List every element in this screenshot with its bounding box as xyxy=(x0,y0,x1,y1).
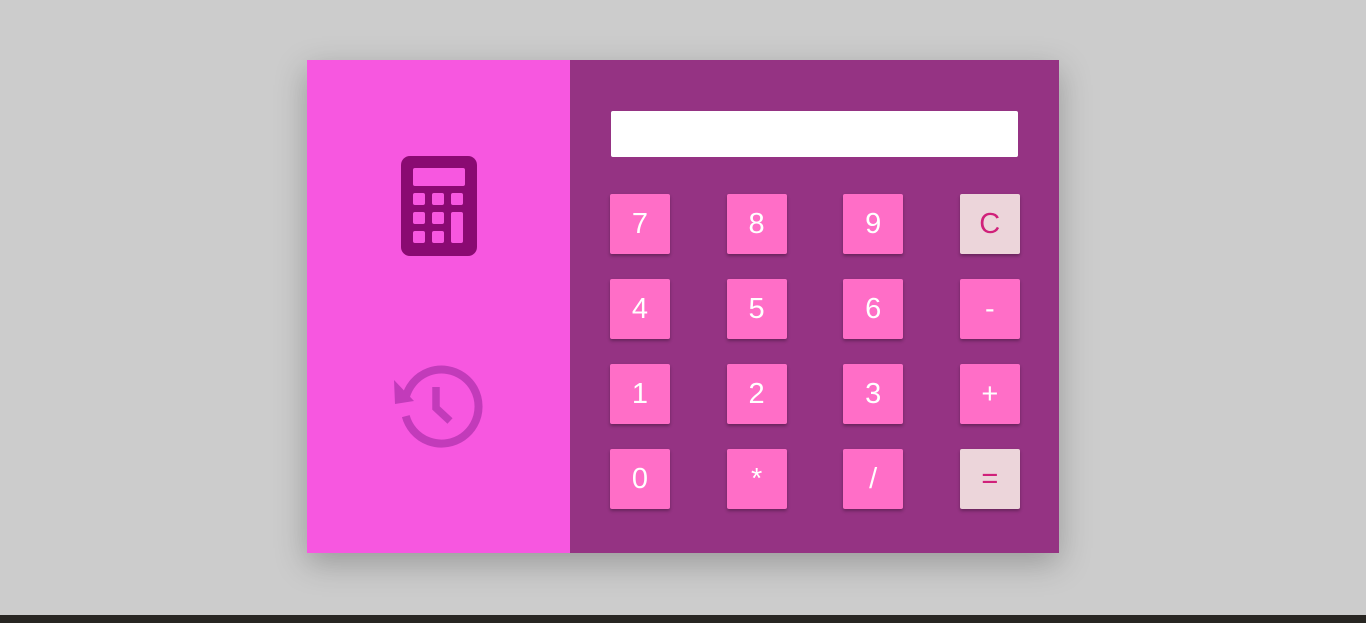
display-field[interactable] xyxy=(611,111,1018,157)
history-icon[interactable] xyxy=(393,361,484,451)
key-2[interactable]: 2 xyxy=(726,364,787,424)
clear-button[interactable]: C xyxy=(959,194,1020,254)
taskbar xyxy=(0,615,1366,623)
divide-button[interactable]: / xyxy=(843,449,904,509)
calculator-panel: 7 8 9 C 4 5 6 - 1 2 3 + 0 * / = xyxy=(570,60,1059,553)
subtract-button[interactable]: - xyxy=(959,279,1020,339)
key-0[interactable]: 0 xyxy=(610,449,670,509)
key-8[interactable]: 8 xyxy=(726,194,787,254)
key-6[interactable]: 6 xyxy=(843,279,904,339)
key-9[interactable]: 9 xyxy=(843,194,904,254)
add-button[interactable]: + xyxy=(959,364,1020,424)
multiply-button[interactable]: * xyxy=(726,449,787,509)
calculator-card: 7 8 9 C 4 5 6 - 1 2 3 + 0 * / = xyxy=(307,60,1059,553)
equals-button[interactable]: = xyxy=(959,449,1020,509)
key-7[interactable]: 7 xyxy=(610,194,670,254)
key-3[interactable]: 3 xyxy=(843,364,904,424)
key-1[interactable]: 1 xyxy=(610,364,670,424)
sidebar xyxy=(307,60,570,553)
key-4[interactable]: 4 xyxy=(610,279,670,339)
key-5[interactable]: 5 xyxy=(726,279,787,339)
keypad: 7 8 9 C 4 5 6 - 1 2 3 + 0 * / = xyxy=(610,194,1020,509)
calculator-icon[interactable] xyxy=(400,156,477,256)
